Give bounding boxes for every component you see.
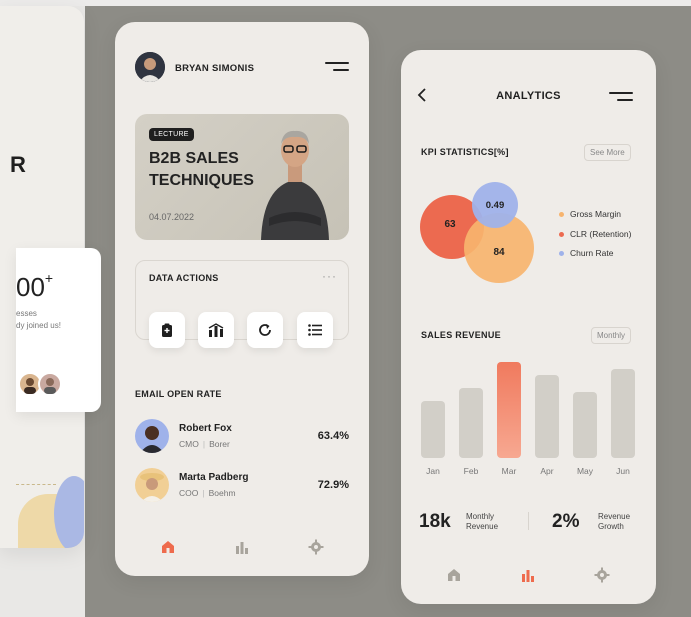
joined-subtitle: esses dy joined us! bbox=[16, 309, 61, 330]
users-joined-card: 00+ esses dy joined us! bbox=[16, 248, 101, 412]
lecture-date: 04.07.2022 bbox=[149, 212, 195, 222]
lecturer-photo bbox=[255, 120, 335, 240]
see-more-button[interactable]: See More bbox=[584, 144, 631, 161]
refresh-button[interactable] bbox=[247, 312, 283, 348]
more-options-icon[interactable]: ··· bbox=[322, 269, 337, 283]
menu-icon[interactable] bbox=[609, 92, 633, 104]
clipboard-button[interactable] bbox=[149, 312, 185, 348]
bar-apr[interactable] bbox=[535, 375, 559, 458]
monthly-revenue-label: Monthly Revenue bbox=[466, 512, 499, 531]
profile-name: BRYAN SIMONIS bbox=[175, 63, 255, 74]
heading-fragment: R bbox=[10, 152, 26, 177]
open-rate-value: 63.4% bbox=[317, 430, 349, 442]
divider bbox=[528, 512, 529, 530]
contact-role: COO | Boehm bbox=[179, 488, 236, 498]
avatar bbox=[135, 419, 169, 453]
gear-icon[interactable] bbox=[594, 567, 610, 583]
bar-may[interactable] bbox=[573, 392, 597, 458]
sales-revenue-title: SALES REVENUE bbox=[421, 330, 501, 340]
home-icon[interactable] bbox=[160, 539, 176, 555]
legend-churn-rate: Churn Rate bbox=[559, 248, 613, 258]
menu-icon[interactable] bbox=[325, 62, 349, 74]
monthly-revenue-value: 18k bbox=[419, 511, 451, 532]
joined-count: 00+ bbox=[16, 270, 54, 302]
contact-name: Marta Padberg bbox=[179, 472, 249, 483]
gear-icon[interactable] bbox=[308, 539, 324, 555]
revenue-growth-value: 2% bbox=[552, 511, 580, 532]
x-tick-label: Jun bbox=[616, 466, 630, 476]
list-item[interactable]: Marta Padberg COO | Boehm 72.9% bbox=[135, 468, 349, 504]
x-tick-label: Mar bbox=[501, 466, 517, 476]
clipboard-icon bbox=[162, 323, 172, 337]
list-item[interactable]: Robert Fox CMO | Borer 63.4% bbox=[135, 419, 349, 455]
legend-clr: CLR (Retention) bbox=[559, 229, 631, 239]
bar-jan[interactable] bbox=[421, 401, 445, 458]
legend-dot bbox=[559, 211, 564, 217]
email-open-rate-title: EMAIL OPEN RATE bbox=[135, 389, 222, 399]
contact-name: Robert Fox bbox=[179, 423, 232, 434]
bar-jun[interactable] bbox=[611, 369, 635, 458]
avatar bbox=[135, 468, 169, 502]
stats-icon[interactable] bbox=[234, 539, 250, 555]
decorative-dash bbox=[16, 484, 56, 485]
contact-role: CMO | Borer bbox=[179, 439, 230, 449]
legend-gross-margin: Gross Margin bbox=[559, 209, 621, 219]
building-chart-icon bbox=[208, 323, 224, 337]
avatar bbox=[38, 372, 62, 396]
lecture-badge: LECTURE bbox=[149, 128, 194, 141]
decorative-shape-blue bbox=[54, 476, 84, 548]
x-tick-label: May bbox=[576, 466, 594, 476]
bar-feb[interactable] bbox=[459, 388, 483, 458]
bar-mar[interactable] bbox=[497, 362, 521, 458]
list-icon bbox=[308, 324, 322, 336]
lecture-card[interactable]: LECTURE B2B SALES TECHNIQUES 04.07.2022 bbox=[135, 114, 349, 240]
profile-screen: BRYAN SIMONIS LECTURE B2B SALES TECHNIQUE… bbox=[115, 22, 369, 576]
kpi-title: KPI STATISTICS[%] bbox=[421, 147, 509, 157]
home-icon[interactable] bbox=[446, 567, 462, 583]
refresh-icon bbox=[259, 324, 271, 336]
open-rate-value: 72.9% bbox=[317, 479, 349, 491]
x-tick-label: Jan bbox=[426, 466, 440, 476]
data-actions-title: DATA ACTIONS bbox=[149, 273, 219, 283]
x-tick-label: Feb bbox=[463, 466, 479, 476]
analytics-screen: ANALYTICS KPI STATISTICS[%] See More 63 … bbox=[401, 50, 656, 604]
period-select[interactable]: Monthly bbox=[591, 327, 632, 344]
revenue-growth-label: Revenue Growth bbox=[598, 512, 631, 531]
avatar[interactable] bbox=[135, 52, 165, 82]
legend-dot bbox=[559, 231, 564, 237]
list-button[interactable] bbox=[297, 312, 333, 348]
stats-button[interactable] bbox=[198, 312, 234, 348]
legend-dot bbox=[559, 250, 564, 256]
stats-icon[interactable] bbox=[520, 567, 536, 583]
churn-rate-bubble: 0.49 bbox=[472, 182, 518, 228]
x-tick-label: Apr bbox=[540, 466, 554, 476]
